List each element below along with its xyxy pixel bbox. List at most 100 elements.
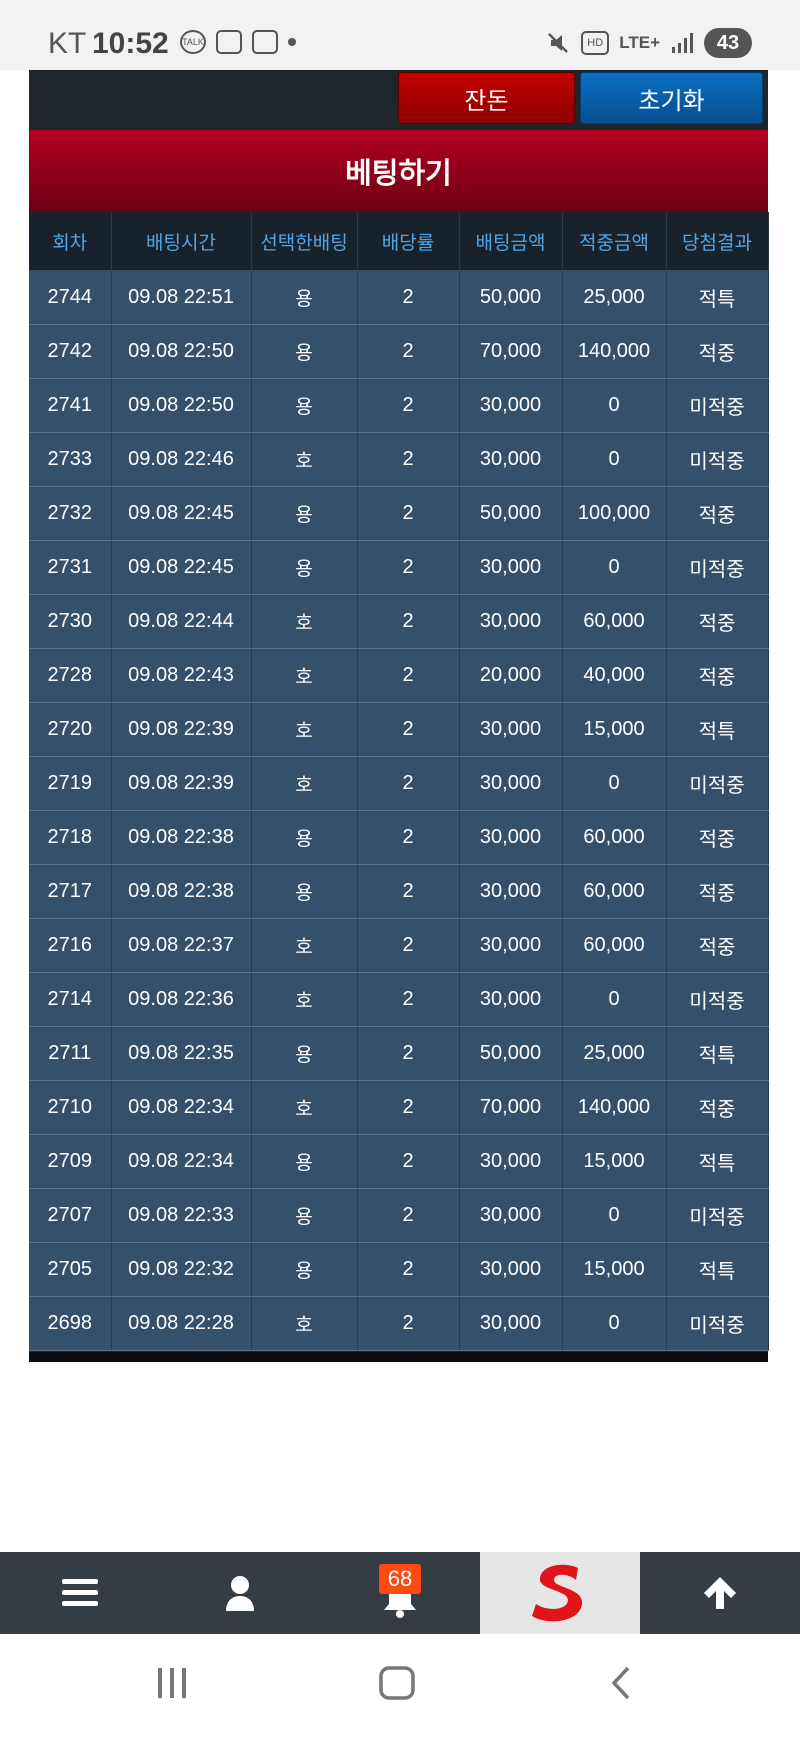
table-row: 2730 09.08 22:44 호 2 30,000 60,000 적중 — [29, 594, 769, 649]
result-cell: 적특 — [666, 1026, 769, 1081]
payout-cell: 140,000 — [562, 324, 667, 379]
time-cell: 09.08 22:46 — [111, 432, 252, 487]
amount-cell: 30,000 — [459, 918, 563, 973]
balance-button[interactable]: 잔돈 — [398, 72, 575, 124]
result-cell: 미적중 — [666, 432, 769, 487]
table-row: 2716 09.08 22:37 호 2 30,000 60,000 적중 — [29, 918, 769, 973]
table-row: 2709 09.08 22:34 용 2 30,000 15,000 적특 — [29, 1134, 769, 1189]
pick-cell: 호 — [251, 756, 358, 811]
payout-cell: 0 — [562, 756, 667, 811]
odds-cell: 2 — [357, 702, 460, 757]
payout-cell: 25,000 — [562, 270, 667, 325]
pick-cell: 용 — [251, 270, 358, 325]
time-cell: 09.08 22:45 — [111, 540, 252, 595]
result-cell: 적중 — [666, 1080, 769, 1135]
round-cell: 2707 — [29, 1188, 112, 1243]
payout-cell: 60,000 — [562, 594, 667, 649]
round-cell: 2709 — [29, 1134, 112, 1189]
time-cell: 09.08 22:35 — [111, 1026, 252, 1081]
payout-cell: 140,000 — [562, 1080, 667, 1135]
time-cell: 09.08 22:44 — [111, 594, 252, 649]
pick-cell: 호 — [251, 972, 358, 1027]
reset-button[interactable]: 초기화 — [580, 72, 763, 124]
odds-cell: 2 — [357, 864, 460, 919]
time-cell: 09.08 22:28 — [111, 1296, 252, 1351]
amount-cell: 30,000 — [459, 1188, 563, 1243]
odds-cell: 2 — [357, 756, 460, 811]
payout-cell: 0 — [562, 1188, 667, 1243]
header-round: 회차 — [29, 212, 112, 271]
payout-cell: 0 — [562, 540, 667, 595]
odds-cell: 2 — [357, 972, 460, 1027]
amount-cell: 30,000 — [459, 972, 563, 1027]
payout-cell: 100,000 — [562, 486, 667, 541]
table-bottom-border — [29, 1352, 768, 1362]
odds-cell: 2 — [357, 1296, 460, 1351]
round-cell: 2732 — [29, 486, 112, 541]
round-cell: 2742 — [29, 324, 112, 379]
payout-cell: 60,000 — [562, 810, 667, 865]
payout-cell: 0 — [562, 432, 667, 487]
odds-cell: 2 — [357, 1188, 460, 1243]
amount-cell: 50,000 — [459, 1026, 563, 1081]
recent-apps-icon[interactable] — [158, 1668, 186, 1698]
system-nav-icons — [158, 1666, 630, 1700]
amount-cell: 30,000 — [459, 540, 563, 595]
table-row: 2698 09.08 22:28 호 2 30,000 0 미적중 — [29, 1296, 769, 1351]
time-cell: 09.08 22:51 — [111, 270, 252, 325]
round-cell: 2718 — [29, 810, 112, 865]
table-row: 2733 09.08 22:46 호 2 30,000 0 미적중 — [29, 432, 769, 487]
odds-cell: 2 — [357, 1026, 460, 1081]
pick-cell: 용 — [251, 810, 358, 865]
pick-cell: 호 — [251, 648, 358, 703]
time-cell: 09.08 22:33 — [111, 1188, 252, 1243]
amount-cell: 30,000 — [459, 378, 563, 433]
top-toolbar: 잔돈 초기화 — [29, 70, 768, 130]
round-cell: 2698 — [29, 1296, 112, 1351]
round-cell: 2730 — [29, 594, 112, 649]
result-cell: 적중 — [666, 486, 769, 541]
result-cell: 적특 — [666, 270, 769, 325]
result-cell: 적특 — [666, 1134, 769, 1189]
betting-history-table: 회차 배팅시간 선택한배팅 배당률 배팅금액 적중금액 당첨결과 2744 09.… — [29, 212, 769, 1351]
amount-cell: 30,000 — [459, 1296, 563, 1351]
profile-button[interactable] — [160, 1552, 320, 1634]
amount-cell: 30,000 — [459, 864, 563, 919]
amount-cell: 70,000 — [459, 1080, 563, 1135]
pick-cell: 용 — [251, 486, 358, 541]
payout-cell: 0 — [562, 1296, 667, 1351]
header-pick: 선택한배팅 — [251, 212, 358, 271]
payout-cell: 15,000 — [562, 1134, 667, 1189]
notification-icons: TALK — [180, 30, 296, 54]
round-cell: 2711 — [29, 1026, 112, 1081]
pick-cell: 호 — [251, 594, 358, 649]
odds-cell: 2 — [357, 270, 460, 325]
page-title: 베팅하기 — [29, 130, 768, 212]
result-cell: 미적중 — [666, 1296, 769, 1351]
pick-cell: 호 — [251, 1296, 358, 1351]
result-cell: 미적중 — [666, 1188, 769, 1243]
home-logo-button[interactable] — [480, 1552, 640, 1634]
network-label: LTE+ — [619, 33, 660, 52]
home-icon[interactable] — [379, 1666, 415, 1700]
result-cell: 미적중 — [666, 756, 769, 811]
table-row: 2732 09.08 22:45 용 2 50,000 100,000 적중 — [29, 486, 769, 541]
result-cell: 적특 — [666, 1242, 769, 1297]
amount-cell: 30,000 — [459, 756, 563, 811]
payout-cell: 25,000 — [562, 1026, 667, 1081]
scroll-top-button[interactable] — [640, 1552, 800, 1634]
round-cell: 2744 — [29, 270, 112, 325]
amount-cell: 30,000 — [459, 594, 563, 649]
pick-cell: 용 — [251, 1242, 358, 1297]
payout-cell: 0 — [562, 972, 667, 1027]
round-cell: 2705 — [29, 1242, 112, 1297]
round-cell: 2731 — [29, 540, 112, 595]
menu-button[interactable] — [0, 1552, 160, 1634]
logo-s-icon — [532, 1564, 583, 1622]
pick-cell: 용 — [251, 1026, 358, 1081]
back-icon[interactable] — [611, 1666, 630, 1700]
pick-cell: 용 — [251, 324, 358, 379]
amount-cell: 30,000 — [459, 1134, 563, 1189]
result-cell: 미적중 — [666, 972, 769, 1027]
table-row: 2728 09.08 22:43 호 2 20,000 40,000 적중 — [29, 648, 769, 703]
